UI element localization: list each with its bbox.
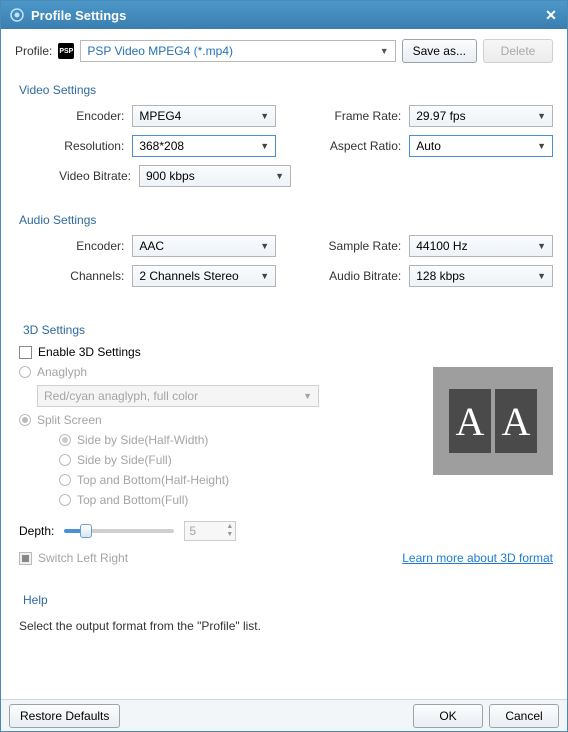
resolution-label: Resolution:: [19, 139, 124, 153]
titlebar: Profile Settings ✕: [1, 1, 567, 29]
audio-encoder-label: Encoder:: [19, 239, 124, 253]
three-d-title: 3D Settings: [23, 323, 553, 337]
depth-spinner: 5 ▲▼: [184, 521, 236, 541]
chevron-down-icon: ▼: [537, 141, 546, 151]
slider-thumb[interactable]: [80, 524, 92, 538]
save-as-button[interactable]: Save as...: [402, 39, 477, 63]
tb-full-radio: [59, 494, 71, 506]
chevron-down-icon: ▼: [537, 241, 546, 251]
video-bitrate-select[interactable]: 900 kbps▼: [139, 165, 291, 187]
split-radio: [19, 414, 31, 426]
three-d-section: 3D Settings Enable 3D Settings Anaglyph …: [15, 317, 553, 565]
video-encoder-label: Encoder:: [19, 109, 124, 123]
audio-encoder-select[interactable]: AAC▼: [132, 235, 276, 257]
content-area: Profile: PSP PSP Video MPEG4 (*.mp4) ▼ S…: [1, 29, 567, 699]
sbs-half-radio: [59, 434, 71, 446]
framerate-select[interactable]: 29.97 fps▼: [409, 105, 553, 127]
aspect-select[interactable]: Auto▼: [409, 135, 553, 157]
chevron-down-icon: ▼: [275, 171, 284, 181]
channels-label: Channels:: [19, 269, 124, 283]
profile-select[interactable]: PSP Video MPEG4 (*.mp4) ▼: [80, 40, 395, 62]
audio-bitrate-label: Audio Bitrate:: [315, 269, 402, 283]
ok-button[interactable]: OK: [413, 704, 483, 728]
audio-bitrate-select[interactable]: 128 kbps▼: [409, 265, 553, 287]
video-encoder-select[interactable]: MPEG4▼: [132, 105, 276, 127]
audio-section-title: Audio Settings: [19, 213, 553, 227]
sbs-full-label: Side by Side(Full): [77, 453, 172, 467]
profile-label: Profile:: [15, 44, 52, 58]
tb-half-radio: [59, 474, 71, 486]
tb-half-label: Top and Bottom(Half-Height): [77, 473, 229, 487]
video-section-title: Video Settings: [19, 83, 553, 97]
chevron-down-icon: ▼: [260, 111, 269, 121]
restore-defaults-button[interactable]: Restore Defaults: [9, 704, 120, 728]
help-title: Help: [23, 593, 553, 607]
three-d-preview: A A: [433, 367, 553, 475]
channels-select[interactable]: 2 Channels Stereo▼: [132, 265, 276, 287]
enable-3d-checkbox[interactable]: [19, 346, 32, 359]
split-label: Split Screen: [37, 413, 102, 427]
preview-left: A: [449, 389, 491, 453]
framerate-label: Frame Rate:: [315, 109, 402, 123]
chevron-down-icon: ▼: [260, 271, 269, 281]
chevron-down-icon: ▼: [260, 141, 269, 151]
switch-lr-label: Switch Left Right: [38, 551, 128, 565]
sample-rate-select[interactable]: 44100 Hz▼: [409, 235, 553, 257]
chevron-down-icon: ▼: [303, 391, 312, 401]
tb-full-label: Top and Bottom(Full): [77, 493, 188, 507]
help-text: Select the output format from the "Profi…: [15, 615, 553, 637]
chevron-down-icon: ▼: [260, 241, 269, 251]
footer: Restore Defaults OK Cancel: [1, 699, 567, 731]
close-icon[interactable]: ✕: [543, 7, 559, 23]
psp-icon: PSP: [58, 43, 74, 59]
video-fields: Encoder: MPEG4▼ Frame Rate: 29.97 fps▼ R…: [15, 105, 553, 195]
enable-3d-label: Enable 3D Settings: [38, 345, 141, 359]
anaglyph-select: Red/cyan anaglyph, full color ▼: [37, 385, 319, 407]
depth-slider[interactable]: [64, 529, 174, 533]
chevron-down-icon: ▼: [537, 271, 546, 281]
depth-label: Depth:: [19, 524, 54, 538]
audio-fields: Encoder: AAC▼ Sample Rate: 44100 Hz▼ Cha…: [15, 235, 553, 295]
sample-rate-label: Sample Rate:: [315, 239, 402, 253]
sbs-full-radio: [59, 454, 71, 466]
profile-settings-window: Profile Settings ✕ Profile: PSP PSP Vide…: [0, 0, 568, 732]
learn-3d-link[interactable]: Learn more about 3D format: [402, 551, 553, 565]
chevron-down-icon: ▼: [537, 111, 546, 121]
anaglyph-label: Anaglyph: [37, 365, 87, 379]
profile-value: PSP Video MPEG4 (*.mp4): [87, 44, 233, 58]
app-icon: [9, 7, 25, 23]
anaglyph-radio: [19, 366, 31, 378]
chevron-down-icon: ▼: [380, 46, 389, 56]
spinner-arrows: ▲▼: [226, 523, 233, 539]
profile-row: Profile: PSP PSP Video MPEG4 (*.mp4) ▼ S…: [15, 39, 553, 63]
switch-lr-checkbox: [19, 552, 32, 565]
cancel-button[interactable]: Cancel: [489, 704, 559, 728]
preview-right: A: [495, 389, 537, 453]
video-bitrate-label: Video Bitrate:: [19, 169, 131, 183]
window-title: Profile Settings: [31, 8, 543, 23]
sbs-half-label: Side by Side(Half-Width): [77, 433, 208, 447]
help-section: Help Select the output format from the "…: [15, 587, 553, 637]
depth-row: Depth: 5 ▲▼: [15, 521, 553, 541]
resolution-select[interactable]: 368*208▼: [132, 135, 276, 157]
delete-button: Delete: [483, 39, 553, 63]
aspect-label: Aspect Ratio:: [315, 139, 402, 153]
